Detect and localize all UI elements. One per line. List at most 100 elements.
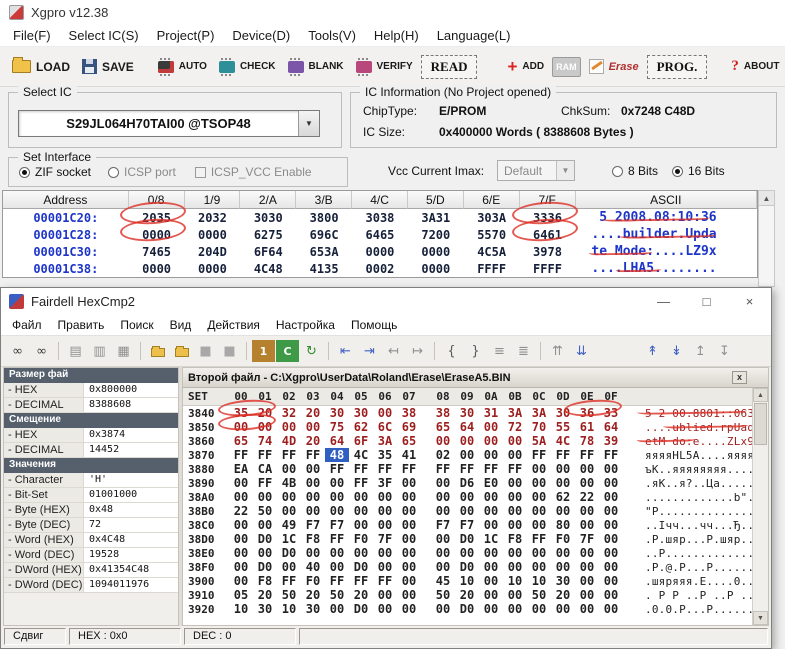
hex-byte[interactable]: 00 [503,588,527,602]
hex-byte[interactable]: 6C [373,420,397,434]
hex-byte[interactable]: 00 [527,602,551,616]
hex-byte[interactable]: 00 [599,574,623,588]
hex-byte[interactable]: 00 [575,574,599,588]
hex-byte[interactable]: FF [527,532,551,546]
vcc-imax-combo[interactable]: Default ▼ [497,160,575,181]
read-button[interactable]: READ [421,55,478,79]
hex-byte[interactable]: 3F [373,476,397,490]
hex-byte[interactable]: F0 [349,532,373,546]
hex-byte[interactable]: 00 [397,574,421,588]
16bits-radio[interactable] [672,166,683,177]
dual-panel-icon[interactable]: ▥ [88,340,111,362]
hex-byte[interactable]: 20 [253,588,277,602]
hex-byte[interactable]: 00 [431,490,455,504]
mixed-panel-icon[interactable]: ▦ [112,340,135,362]
open-first-file-icon[interactable] [146,340,169,362]
hexcmp-menu-item[interactable]: Помощь [343,316,405,334]
hex-word-cell[interactable]: 2032 [185,209,241,226]
row-ascii-text[interactable]: "P.............. [645,505,763,518]
hex-word-cell[interactable]: 0000 [129,260,185,277]
xgpro-menu-item[interactable]: File(F) [4,26,60,45]
hex-byte[interactable]: 00 [503,560,527,574]
hex-byte[interactable]: 7F [373,532,397,546]
hex-byte[interactable]: 64 [599,420,623,434]
hex-byte[interactable]: D0 [455,602,479,616]
hex-byte[interactable]: 65 [229,434,253,448]
hex-byte[interactable]: 00 [229,518,253,532]
hex-byte[interactable]: 00 [325,546,349,560]
hex-byte[interactable]: 00 [229,476,253,490]
hex-byte[interactable]: 65 [397,434,421,448]
hex-byte[interactable]: 30 [551,406,575,420]
brace-open-icon[interactable]: { [440,340,463,362]
hex-byte[interactable]: 00 [455,504,479,518]
hexcmp-menu-item[interactable]: Действия [199,316,268,334]
hex-byte[interactable]: FF [551,448,575,462]
hex-byte[interactable]: 78 [575,434,599,448]
hex-byte[interactable]: 4C [349,448,373,462]
hex-byte[interactable]: 00 [325,490,349,504]
scrollbar-thumb[interactable] [754,403,767,445]
hex-byte[interactable]: F0 [301,574,325,588]
hex-byte[interactable]: 6F [349,434,373,448]
hexcmp-menu-item[interactable]: Поиск [112,316,161,334]
row-ascii-text[interactable]: .шяряяя.E....0.. [645,575,763,588]
prev-diff-icon[interactable]: ⇤ [334,340,357,362]
hex-byte[interactable]: 00 [503,602,527,616]
hex-byte[interactable]: 00 [373,602,397,616]
hex-byte[interactable]: 00 [325,476,349,490]
dropdown-arrow-icon[interactable]: ▼ [298,111,319,136]
hex-byte[interactable]: 30 [325,406,349,420]
hex-byte[interactable]: 61 [575,420,599,434]
hex-byte[interactable]: 00 [397,588,421,602]
hex-word-cell[interactable]: 6461 [520,226,576,243]
hex-byte[interactable]: 20 [253,406,277,420]
hex-byte[interactable]: 3A [527,406,551,420]
hex-byte[interactable]: 00 [503,518,527,532]
hex-byte[interactable]: F8 [503,532,527,546]
hex-byte[interactable]: 00 [479,420,503,434]
hex-byte[interactable]: 00 [503,434,527,448]
close-file-icon[interactable]: x [732,371,747,384]
hex-byte[interactable]: 00 [397,490,421,504]
hex-byte[interactable]: FF [599,448,623,462]
hex-byte[interactable]: 20 [455,588,479,602]
hex-byte[interactable]: 00 [575,476,599,490]
hex-byte[interactable]: 20 [349,588,373,602]
hex-byte[interactable]: D0 [349,602,373,616]
hex-byte[interactable]: 3A [503,406,527,420]
hex-byte[interactable]: 00 [301,462,325,476]
hex-word-cell[interactable]: 653A [296,243,352,260]
hex-byte[interactable]: 22 [229,504,253,518]
hex-byte[interactable]: 50 [253,504,277,518]
hex-byte[interactable]: 00 [397,560,421,574]
hex-byte[interactable]: F8 [253,574,277,588]
erase-button[interactable]: Erase [585,51,643,83]
hex-byte[interactable]: 3A [373,434,397,448]
hex-byte[interactable]: D0 [455,560,479,574]
hex-word-cell[interactable]: 7200 [408,226,464,243]
brace-close-icon[interactable]: } [464,340,487,362]
hex-byte[interactable]: 40 [301,560,325,574]
about-button[interactable]: ? ABOUT [727,51,783,83]
hex-byte[interactable]: 00 [575,546,599,560]
scrollbar-down-icon[interactable]: ▼ [753,611,768,625]
hex-byte[interactable]: 00 [599,588,623,602]
hex-byte[interactable]: FF [253,476,277,490]
hex-word-cell[interactable]: 5570 [464,226,520,243]
hex-byte[interactable]: FF [277,574,301,588]
hex-word-cell[interactable]: 7465 [129,243,185,260]
hex-byte[interactable]: 00 [479,602,503,616]
hex-byte[interactable]: 1C [479,532,503,546]
hex-byte[interactable]: 00 [397,518,421,532]
hex-byte[interactable]: 00 [349,490,373,504]
hex-byte[interactable]: 69 [397,420,421,434]
hex-byte[interactable]: FF [373,462,397,476]
hex-byte[interactable]: 00 [349,546,373,560]
sync-up-icon[interactable]: ⇈ [546,340,569,362]
hex-byte[interactable]: E0 [479,476,503,490]
hex-byte[interactable]: 00 [253,546,277,560]
hex-byte[interactable]: 20 [301,588,325,602]
first-difference-icon[interactable]: 1 [252,340,275,362]
hex-byte[interactable]: 00 [599,560,623,574]
